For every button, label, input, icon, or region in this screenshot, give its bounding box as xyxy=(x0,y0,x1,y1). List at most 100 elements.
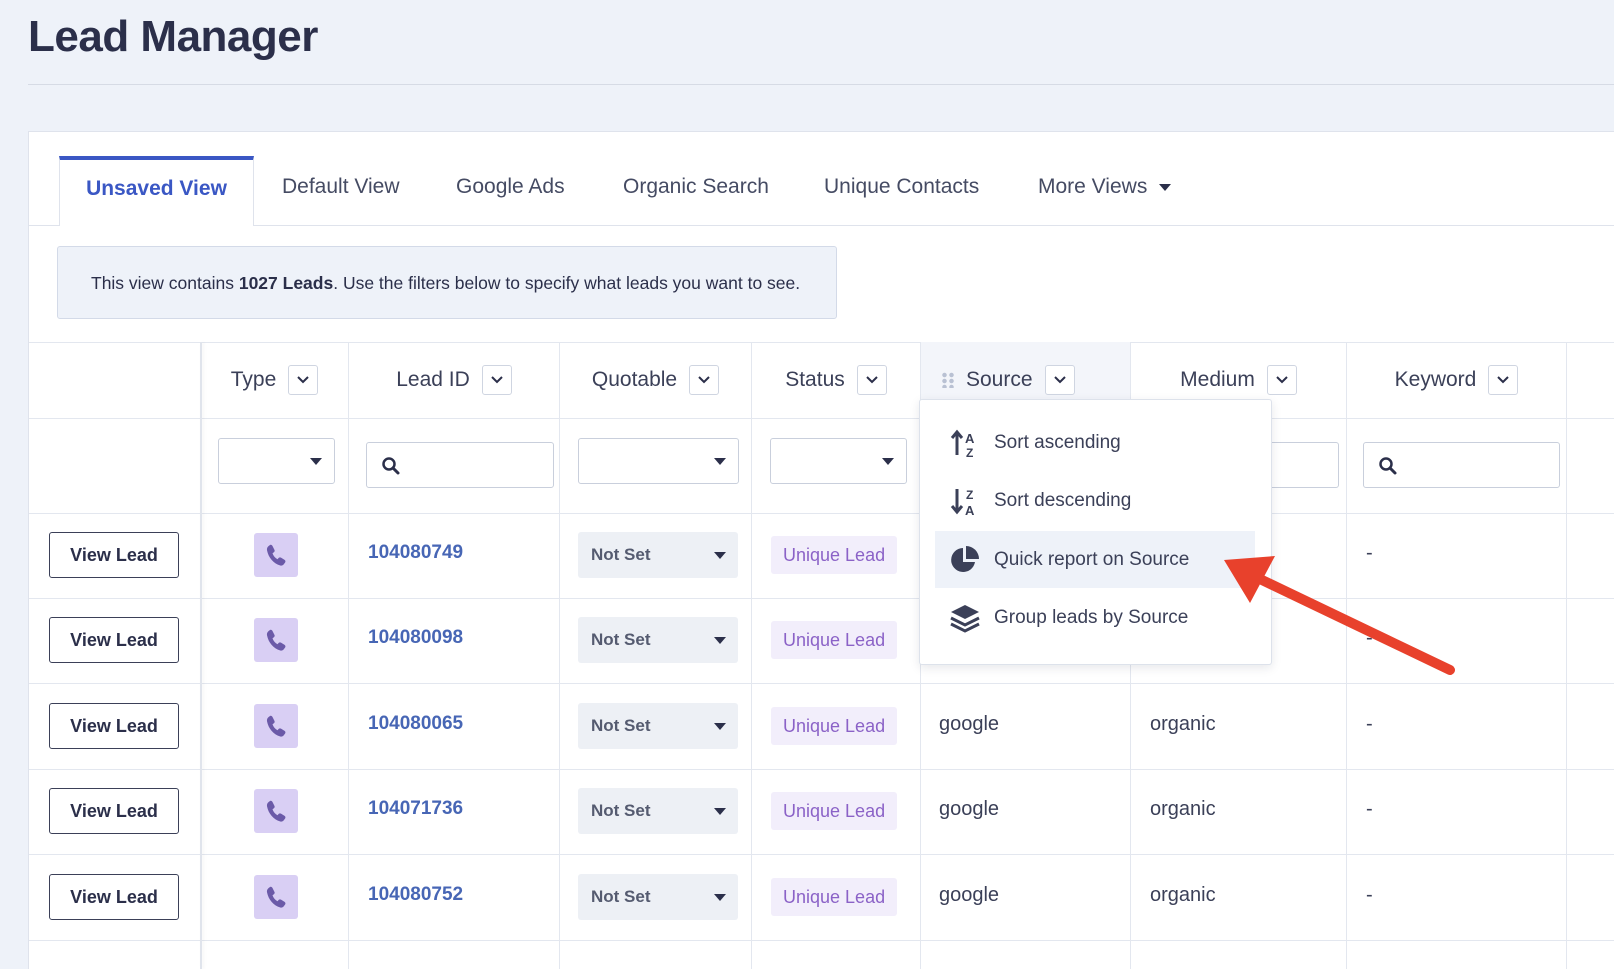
group-leads-option[interactable]: Group leads by Source xyxy=(935,589,1255,646)
tab-label: Organic Search xyxy=(623,175,769,198)
tab-label: More Views xyxy=(1038,175,1148,198)
pie-chart-icon xyxy=(951,545,979,572)
quick-report-option[interactable]: Quick report on Source xyxy=(935,531,1255,588)
quotable-value: Not Set xyxy=(591,716,651,735)
tab-more-views[interactable]: More Views xyxy=(1038,156,1172,224)
sort-ascending-icon: AZ xyxy=(950,429,975,459)
column-menu-button[interactable] xyxy=(481,365,512,395)
medium-cell: organic xyxy=(1150,713,1216,735)
quotable-value: Not Set xyxy=(591,545,651,564)
view-lead-button[interactable]: View Lead xyxy=(49,788,179,834)
column-menu-button[interactable] xyxy=(288,365,319,395)
title-divider xyxy=(28,84,1614,85)
page-title: Lead Manager xyxy=(28,12,318,61)
keyword-search-input[interactable] xyxy=(1363,442,1560,488)
row-divider xyxy=(29,598,1614,599)
status-badge: Unique Lead xyxy=(771,621,898,659)
source-cell: google xyxy=(939,798,1000,820)
tab-google-ads[interactable]: Google Ads xyxy=(456,156,565,224)
lead-manager-panel: Unsaved View Default View Google Ads Org… xyxy=(28,131,1614,969)
source-cell: google xyxy=(939,884,1000,906)
medium-cell: organic xyxy=(1150,798,1216,820)
type-filter-select[interactable] xyxy=(218,438,335,484)
caret-down-icon xyxy=(714,894,726,901)
quotable-value: Not Set xyxy=(591,801,651,820)
tab-default-view[interactable]: Default View xyxy=(282,156,400,224)
column-divider xyxy=(1566,342,1567,969)
lead-type-badge xyxy=(254,789,298,833)
quotable-select[interactable]: Not Set xyxy=(578,617,738,663)
column-header-label: Status xyxy=(785,368,845,391)
view-lead-button[interactable]: View Lead xyxy=(49,617,179,663)
svg-text:Z: Z xyxy=(966,446,973,459)
layers-icon xyxy=(947,602,983,634)
caret-down-icon xyxy=(714,552,726,559)
phone-icon xyxy=(266,715,286,737)
keyword-cell: - xyxy=(1366,713,1373,735)
drag-handle-icon[interactable] xyxy=(941,372,955,388)
quotable-select[interactable]: Not Set xyxy=(578,532,738,578)
caret-down-icon xyxy=(714,458,726,465)
leads-table: Type Lead ID Quotable Status Source Medi… xyxy=(29,342,1614,969)
column-header-label: Lead ID xyxy=(396,368,470,391)
quotable-select[interactable]: Not Set xyxy=(578,703,738,749)
menu-item-label: Sort ascending xyxy=(994,431,1121,453)
column-divider xyxy=(751,342,752,969)
menu-item-label: Quick report on Source xyxy=(994,548,1190,570)
chevron-down-icon xyxy=(1276,376,1288,384)
column-menu-button[interactable] xyxy=(1044,365,1075,395)
source-column-menu: AZ Sort ascending ZA Sort descending Qui… xyxy=(919,399,1272,665)
view-info-banner: This view contains 1027 Leads. Use the f… xyxy=(57,246,837,319)
sort-descending-option[interactable]: ZA Sort descending xyxy=(935,472,1255,529)
caret-down-icon xyxy=(714,723,726,730)
status-filter-select[interactable] xyxy=(770,438,907,484)
quotable-select[interactable]: Not Set xyxy=(578,874,738,920)
menu-item-label: Sort descending xyxy=(994,489,1132,511)
column-menu-button[interactable] xyxy=(856,365,887,395)
quotable-filter-select[interactable] xyxy=(578,438,739,484)
info-text: This view contains xyxy=(91,273,239,293)
phone-icon xyxy=(266,629,286,651)
view-lead-button[interactable]: View Lead xyxy=(49,532,179,578)
lead-id-link[interactable]: 104080065 xyxy=(368,713,463,735)
column-header-type: Type xyxy=(201,342,348,418)
search-icon xyxy=(382,457,400,475)
lead-id-link[interactable]: 104080098 xyxy=(368,627,463,649)
column-header-quotable: Quotable xyxy=(560,342,751,418)
view-lead-button[interactable]: View Lead xyxy=(49,874,179,920)
tab-label: Unsaved View xyxy=(86,177,227,200)
quotable-value: Not Set xyxy=(591,630,651,649)
quotable-select[interactable]: Not Set xyxy=(578,788,738,834)
lead-id-link[interactable]: 104080752 xyxy=(368,884,463,906)
lead-id-link[interactable]: 104071736 xyxy=(368,798,463,820)
column-menu-button[interactable] xyxy=(689,365,720,395)
column-header-label: Medium xyxy=(1180,368,1255,391)
lead-id-link[interactable]: 104080749 xyxy=(368,542,463,564)
chevron-down-icon xyxy=(866,376,878,384)
tab-unique-contacts[interactable]: Unique Contacts xyxy=(824,156,979,224)
status-badge: Unique Lead xyxy=(771,878,898,916)
layers-icon xyxy=(950,604,980,633)
lead-type-badge xyxy=(254,533,298,577)
lead-id-search-input[interactable] xyxy=(366,442,554,488)
row-divider xyxy=(29,940,1614,941)
tab-organic-search[interactable]: Organic Search xyxy=(623,156,769,224)
row-divider xyxy=(29,513,1614,514)
phone-icon xyxy=(266,886,286,908)
view-tabs: Unsaved View Default View Google Ads Org… xyxy=(29,132,1614,226)
sort-ascending-option[interactable]: AZ Sort ascending xyxy=(935,414,1255,471)
row-divider xyxy=(29,854,1614,855)
caret-down-icon xyxy=(310,458,322,465)
column-header-lead-id: Lead ID xyxy=(349,342,559,418)
svg-text:A: A xyxy=(965,431,975,446)
tab-unsaved-view[interactable]: Unsaved View xyxy=(59,156,254,226)
source-cell: google xyxy=(939,713,1000,735)
view-lead-button[interactable]: View Lead xyxy=(49,703,179,749)
column-menu-button[interactable] xyxy=(1488,365,1519,395)
column-header-label: Source xyxy=(966,368,1033,391)
row-divider xyxy=(29,418,1614,419)
keyword-cell: - xyxy=(1366,627,1373,649)
status-badge: Unique Lead xyxy=(771,536,898,574)
column-menu-button[interactable] xyxy=(1266,365,1297,395)
caret-down-icon xyxy=(714,637,726,644)
